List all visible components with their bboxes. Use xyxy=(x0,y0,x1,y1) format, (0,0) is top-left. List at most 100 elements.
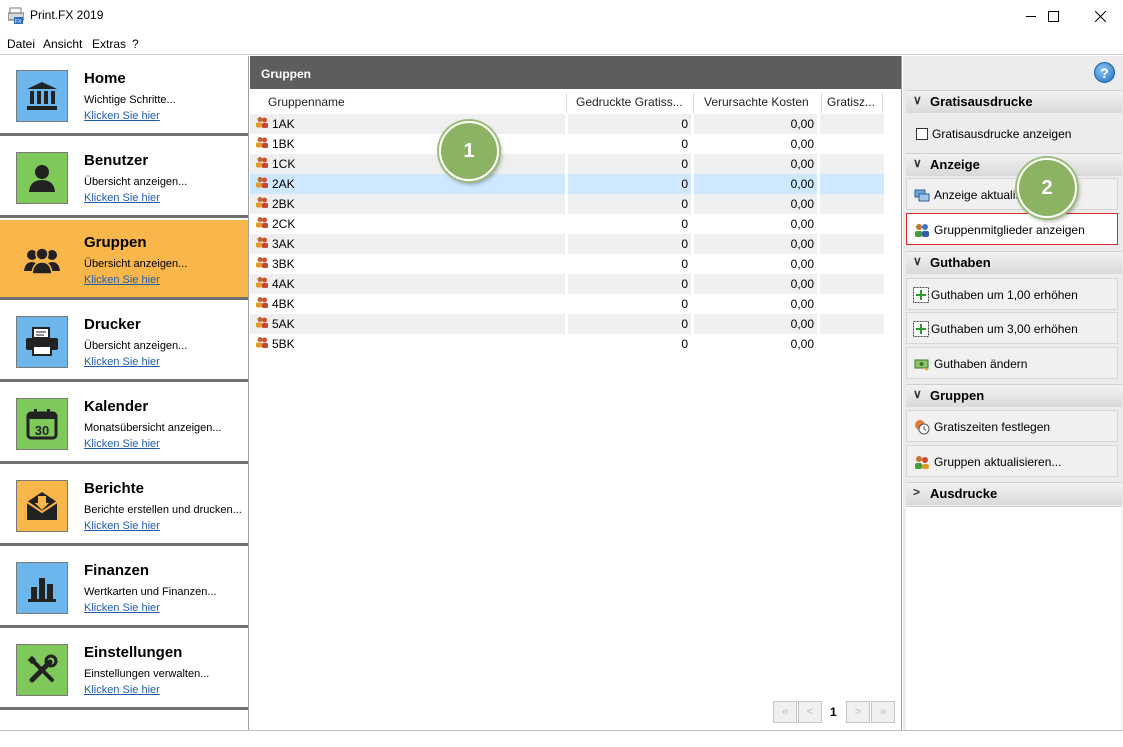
column-divider xyxy=(691,174,694,194)
sidebar-item-link[interactable]: Klicken Sie hier xyxy=(84,520,160,532)
section-anzeige[interactable]: ∨ Anzeige xyxy=(906,153,1122,176)
credit-plus-1-button[interactable]: Guthaben um 1,00 erhöhen xyxy=(906,278,1118,310)
sidebar-item-desc: Wertkarten und Finanzen... xyxy=(84,586,217,598)
group-name: 2CK xyxy=(272,217,296,231)
menu-datei[interactable]: Datei xyxy=(7,37,35,51)
table-row[interactable]: 5AK 0 0,00 xyxy=(250,314,884,334)
table-row[interactable]: 3BK 0 0,00 xyxy=(250,254,884,274)
prev-page-button[interactable]: < xyxy=(798,701,822,723)
clock-icon xyxy=(914,419,930,435)
close-button[interactable] xyxy=(1077,0,1123,32)
sidebar-item-title: Drucker xyxy=(84,316,141,333)
first-page-button[interactable]: « xyxy=(773,701,797,723)
button-label: Guthaben ändern xyxy=(934,357,1028,371)
column-divider xyxy=(565,294,568,314)
sidebar-item-link[interactable]: Klicken Sie hier xyxy=(84,438,160,450)
menu-extras[interactable]: Extras xyxy=(92,37,126,51)
menu-help[interactable]: ? xyxy=(132,37,139,51)
plus-icon xyxy=(913,321,929,337)
app-icon: FX xyxy=(7,7,25,25)
set-free-times-button[interactable]: Gratiszeiten festlegen xyxy=(906,410,1118,442)
table-row[interactable]: 2CK 0 0,00 xyxy=(250,214,884,234)
sidebar-item-link[interactable]: Klicken Sie hier xyxy=(84,110,160,122)
column-header-name[interactable]: Gruppenname xyxy=(262,93,567,113)
printed-count: 0 xyxy=(681,137,688,151)
table-row[interactable]: 1AK 0 0,00 xyxy=(250,114,884,134)
task-panel: ? ∨ Gratisausdrucke Gratisausdrucke anzei… xyxy=(903,56,1123,730)
group-icon xyxy=(256,196,268,211)
table-row[interactable]: 1CK 0 0,00 xyxy=(250,154,884,174)
refresh-view-button[interactable]: Anzeige aktualisieren xyxy=(906,178,1118,210)
sidebar-item-einstellungen[interactable]: Einstellungen Einstellungen verwalten...… xyxy=(0,630,248,710)
button-label: Gruppenmitglieder anzeigen xyxy=(934,223,1085,237)
column-header-printed[interactable]: Gedruckte Gratiss... xyxy=(570,93,694,113)
cost-value: 0,00 xyxy=(790,117,814,131)
chevron-down-icon: ∨ xyxy=(913,156,922,170)
sidebar-item-link[interactable]: Klicken Sie hier xyxy=(84,192,160,204)
table-row[interactable]: 2BK 0 0,00 xyxy=(250,194,884,214)
sidebar-item-berichte[interactable]: Berichte Berichte erstellen und drucken.… xyxy=(0,466,248,546)
update-groups-button[interactable]: Gruppen aktualisieren... xyxy=(906,445,1118,477)
sidebar-item-kalender[interactable]: 30 Kalender Monatsübersicht anzeigen... … xyxy=(0,384,248,464)
printed-count: 0 xyxy=(681,217,688,231)
show-group-members-button[interactable]: Gruppenmitglieder anzeigen xyxy=(906,213,1118,245)
status-bar xyxy=(0,730,1123,747)
column-divider xyxy=(817,254,820,274)
cost-value: 0,00 xyxy=(790,257,814,271)
chevron-right-icon: > xyxy=(913,485,921,499)
finance-chart-icon xyxy=(16,562,68,614)
sidebar-item-title: Home xyxy=(84,70,126,87)
change-credit-button[interactable]: Guthaben ändern xyxy=(906,347,1118,379)
window-title: Print.FX 2019 xyxy=(30,8,104,22)
button-label: Gratiszeiten festlegen xyxy=(934,420,1051,434)
next-page-button[interactable]: > xyxy=(846,701,870,723)
money-icon xyxy=(914,356,930,372)
column-divider xyxy=(691,154,694,174)
sidebar-item-drucker[interactable]: Drucker Übersicht anzeigen... Klicken Si… xyxy=(0,302,248,382)
table-row[interactable]: 4BK 0 0,00 xyxy=(250,294,884,314)
column-header-cost[interactable]: Verursachte Kosten xyxy=(698,93,822,113)
column-divider xyxy=(565,174,568,194)
table-row[interactable]: 5BK 0 0,00 xyxy=(250,334,884,354)
sidebar-item-benutzer[interactable]: Benutzer Übersicht anzeigen... Klicken S… xyxy=(0,138,248,218)
calendar-icon: 30 xyxy=(16,398,68,450)
cost-value: 0,00 xyxy=(790,237,814,251)
table-row[interactable]: 4AK 0 0,00 xyxy=(250,274,884,294)
sidebar-item-gruppen[interactable]: Gruppen Übersicht anzeigen... Klicken Si… xyxy=(0,220,248,300)
group-icon xyxy=(256,216,268,231)
printed-count: 0 xyxy=(681,297,688,311)
menu-ansicht[interactable]: Ansicht xyxy=(43,37,82,51)
column-divider xyxy=(691,214,694,234)
sidebar-item-link[interactable]: Klicken Sie hier xyxy=(84,356,160,368)
sidebar-item-link[interactable]: Klicken Sie hier xyxy=(84,602,160,614)
group-icon xyxy=(256,336,268,351)
column-header-free[interactable]: Gratisz... xyxy=(821,93,883,113)
group-icon xyxy=(256,176,268,191)
group-icon xyxy=(256,316,268,331)
group-name: 2BK xyxy=(272,197,295,211)
sidebar-item-home[interactable]: Home Wichtige Schritte... Klicken Sie hi… xyxy=(0,56,248,136)
maximize-button[interactable] xyxy=(1030,0,1076,32)
column-divider xyxy=(691,294,694,314)
cost-value: 0,00 xyxy=(790,297,814,311)
sidebar-item-link[interactable]: Klicken Sie hier xyxy=(84,684,160,696)
section-ausdrucke[interactable]: > Ausdrucke xyxy=(906,482,1122,505)
sidebar-item-desc: Übersicht anzeigen... xyxy=(84,340,188,352)
sidebar-item-link[interactable]: Klicken Sie hier xyxy=(84,274,160,286)
last-page-button[interactable]: » xyxy=(871,701,895,723)
table-row[interactable]: 3AK 0 0,00 xyxy=(250,234,884,254)
show-free-prints-checkbox[interactable] xyxy=(916,128,928,140)
sidebar-item-finanzen[interactable]: Finanzen Wertkarten und Finanzen... Klic… xyxy=(0,548,248,628)
section-gratisausdrucke[interactable]: ∨ Gratisausdrucke xyxy=(906,90,1122,113)
group-icon xyxy=(256,296,268,311)
column-divider xyxy=(817,154,820,174)
table-row[interactable]: 1BK 0 0,00 xyxy=(250,134,884,154)
table-row[interactable]: 2AK 0 0,00 xyxy=(250,174,884,194)
chevron-down-icon: ∨ xyxy=(913,387,922,401)
credit-plus-3-button[interactable]: Guthaben um 3,00 erhöhen xyxy=(906,312,1118,344)
sidebar-item-desc: Übersicht anzeigen... xyxy=(84,258,188,270)
help-icon[interactable]: ? xyxy=(1094,62,1115,83)
section-guthaben[interactable]: ∨ Guthaben xyxy=(906,251,1122,274)
section-gruppen[interactable]: ∨ Gruppen xyxy=(906,384,1122,407)
chevron-down-icon: ∨ xyxy=(913,254,922,268)
